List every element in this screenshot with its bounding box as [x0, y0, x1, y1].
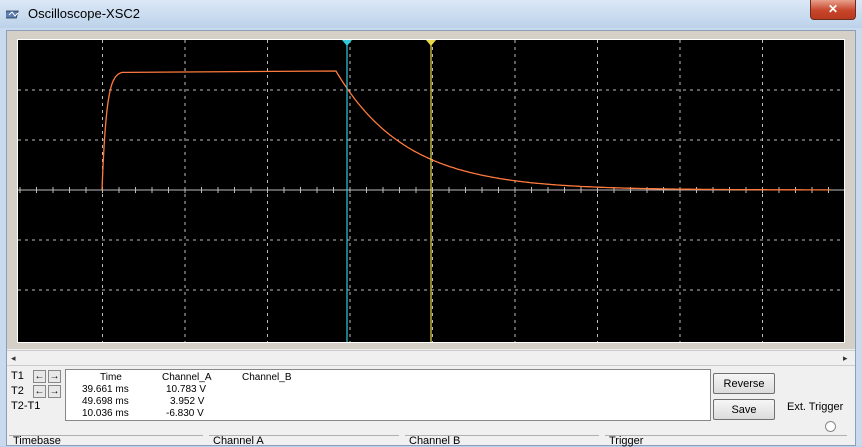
t2-right-arrow-icon[interactable]: →	[48, 385, 61, 398]
waveform-plot	[18, 40, 844, 342]
oscilloscope-window: Oscilloscope-XSC2 ✕ ◂ ▸ T1 ← → T2 ← → T2…	[0, 0, 862, 447]
cursor-controls: T1 ← → T2 ← → T2-T1	[11, 369, 65, 421]
scroll-right-icon[interactable]: ▸	[843, 353, 848, 364]
t2-t1-control: T2-T1	[11, 399, 65, 414]
t1-control: T1 ← →	[11, 369, 65, 384]
title-bar[interactable]: Oscilloscope-XSC2 ✕	[0, 0, 862, 28]
oscilloscope-display	[17, 39, 845, 343]
settings-groups: Timebase Channel A Channel B Trigger	[7, 435, 855, 447]
window-title: Oscilloscope-XSC2	[28, 6, 140, 21]
t2-label: T2	[11, 385, 24, 397]
display-frame	[7, 31, 855, 349]
channel-a-trace	[101, 70, 830, 191]
t2-t1-label: T2-T1	[11, 400, 41, 412]
oscilloscope-body: ◂ ▸ T1 ← → T2 ← → T2-T1 Time Channel_A C…	[6, 30, 856, 447]
scroll-left-icon[interactable]: ◂	[11, 353, 16, 364]
group-trigger: Trigger	[605, 435, 847, 447]
close-icon: ✕	[827, 2, 839, 16]
group-timebase: Timebase	[9, 435, 203, 447]
readout-table: Time Channel_A Channel_B 39.661 ms 10.78…	[65, 369, 711, 421]
horizontal-scrollbar[interactable]: ◂ ▸	[7, 350, 855, 366]
t1-left-arrow-icon[interactable]: ←	[33, 370, 46, 383]
t2-left-arrow-icon[interactable]: ←	[33, 385, 46, 398]
cursor-t2-marker-icon	[426, 40, 436, 46]
group-channel-a: Channel A	[209, 435, 399, 447]
t2-t1-time: 10.036 ms	[82, 408, 129, 419]
t2-t1-channel-a: -6.830 V	[166, 408, 204, 419]
header-channel-b: Channel_B	[242, 372, 292, 383]
save-button[interactable]: Save	[713, 399, 775, 420]
t1-label: T1	[11, 370, 24, 382]
t1-right-arrow-icon[interactable]: →	[48, 370, 61, 383]
group-channel-b: Channel B	[405, 435, 599, 447]
oscilloscope-app-icon	[6, 10, 19, 19]
close-button[interactable]: ✕	[810, 0, 856, 20]
reverse-button[interactable]: Reverse	[713, 373, 775, 394]
ext-trigger-label: Ext. Trigger	[787, 401, 844, 413]
ext-trigger-radio[interactable]	[825, 421, 836, 432]
cursor-readout: T1 ← → T2 ← → T2-T1 Time Channel_A Chann…	[7, 365, 711, 425]
t2-control: T2 ← →	[11, 384, 65, 399]
